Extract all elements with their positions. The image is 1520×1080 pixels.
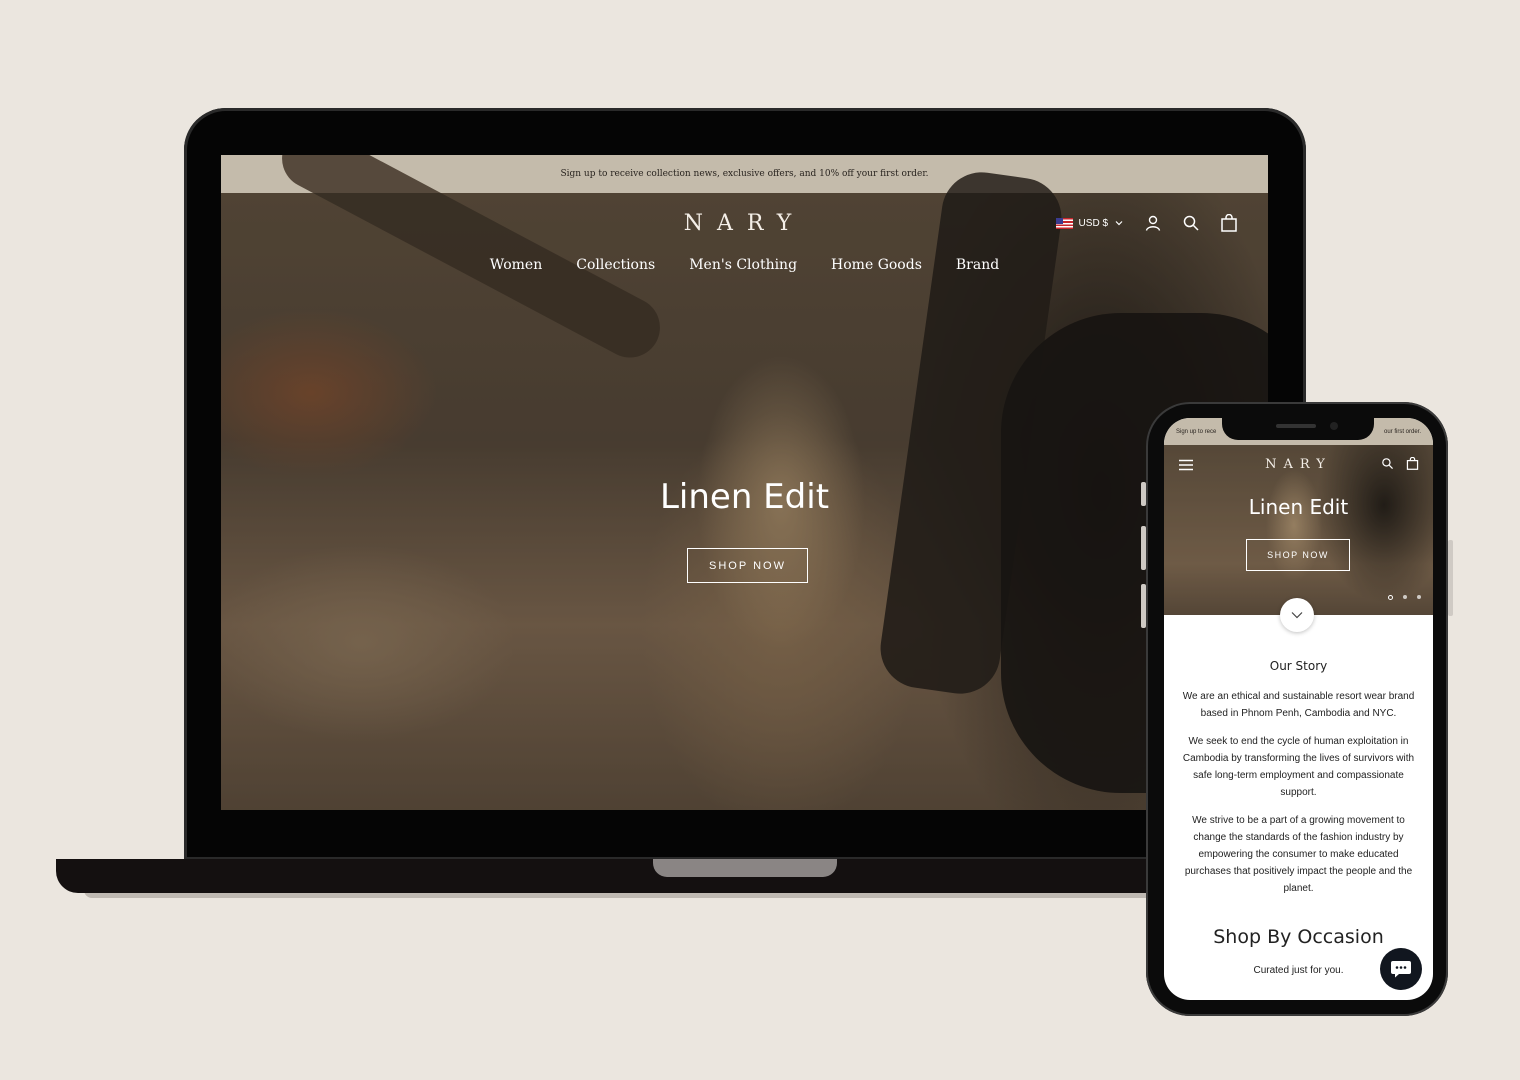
bag-icon[interactable] — [1220, 214, 1238, 232]
hero-banner: NARY USD $ Women Collections Men's Cloth… — [221, 155, 1268, 810]
mobile-site: Sign up to rece our first order. NARY Li… — [1164, 418, 1433, 1000]
mobile-hero-title: Linen Edit — [1248, 495, 1349, 519]
shop-by-occasion-heading: Shop By Occasion — [1213, 926, 1384, 948]
nav-mens-clothing[interactable]: Men's Clothing — [689, 257, 797, 273]
nav-brand[interactable]: Brand — [956, 257, 999, 273]
search-icon[interactable] — [1381, 457, 1394, 470]
our-story-heading: Our Story — [1269, 659, 1328, 673]
carousel-dot[interactable] — [1403, 595, 1407, 599]
carousel-dot[interactable] — [1417, 595, 1421, 599]
account-icon[interactable] — [1144, 214, 1162, 232]
bag-icon[interactable] — [1406, 457, 1419, 470]
main-nav: Women Collections Men's Clothing Home Go… — [221, 257, 1268, 273]
nav-women[interactable]: Women — [490, 257, 542, 273]
flag-us-icon — [1055, 217, 1073, 229]
carousel-dot[interactable] — [1388, 595, 1393, 600]
carousel-dots[interactable] — [1388, 595, 1421, 600]
chat-icon — [1391, 961, 1411, 978]
mobile-header-tools — [1381, 457, 1419, 470]
mobile-promo-right: our first order. — [1383, 428, 1421, 435]
chevron-down-icon — [1291, 612, 1303, 619]
story-paragraph: We strive to be a part of a growing move… — [1184, 815, 1413, 894]
nav-collections[interactable]: Collections — [576, 257, 655, 273]
tree-trunk — [875, 167, 1067, 699]
laptop-notch — [653, 859, 837, 877]
currency-selector[interactable]: USD $ — [1055, 217, 1124, 229]
shop-now-button[interactable]: SHOP NOW — [687, 548, 808, 583]
mobile-shop-now-button[interactable]: SHOP NOW — [1246, 539, 1350, 571]
story-paragraph: We are an ethical and sustainable resort… — [1182, 691, 1415, 719]
scroll-down-button[interactable] — [1280, 598, 1314, 632]
story-paragraph: We seek to end the cycle of human exploi… — [1182, 736, 1415, 798]
desktop-site: Sign up to receive collection news, excl… — [221, 155, 1268, 810]
header-tools: USD $ — [1055, 214, 1238, 232]
mobile-hero: NARY Linen Edit SHOP NOW — [1164, 445, 1433, 615]
chat-button[interactable] — [1380, 948, 1422, 990]
phone-power-button — [1448, 540, 1453, 616]
phone-speaker — [1276, 424, 1316, 428]
currency-label: USD $ — [1078, 217, 1108, 229]
hero-title: Linen Edit — [659, 477, 830, 517]
phone-camera — [1330, 422, 1338, 430]
search-icon[interactable] — [1182, 214, 1200, 232]
nav-home-goods[interactable]: Home Goods — [831, 257, 922, 273]
chevron-down-icon — [1115, 221, 1123, 226]
mobile-promo-left: Sign up to rece — [1176, 428, 1217, 435]
phone-notch — [1222, 418, 1374, 440]
phone-volume-down — [1141, 584, 1146, 628]
phone-volume-up — [1141, 526, 1146, 570]
